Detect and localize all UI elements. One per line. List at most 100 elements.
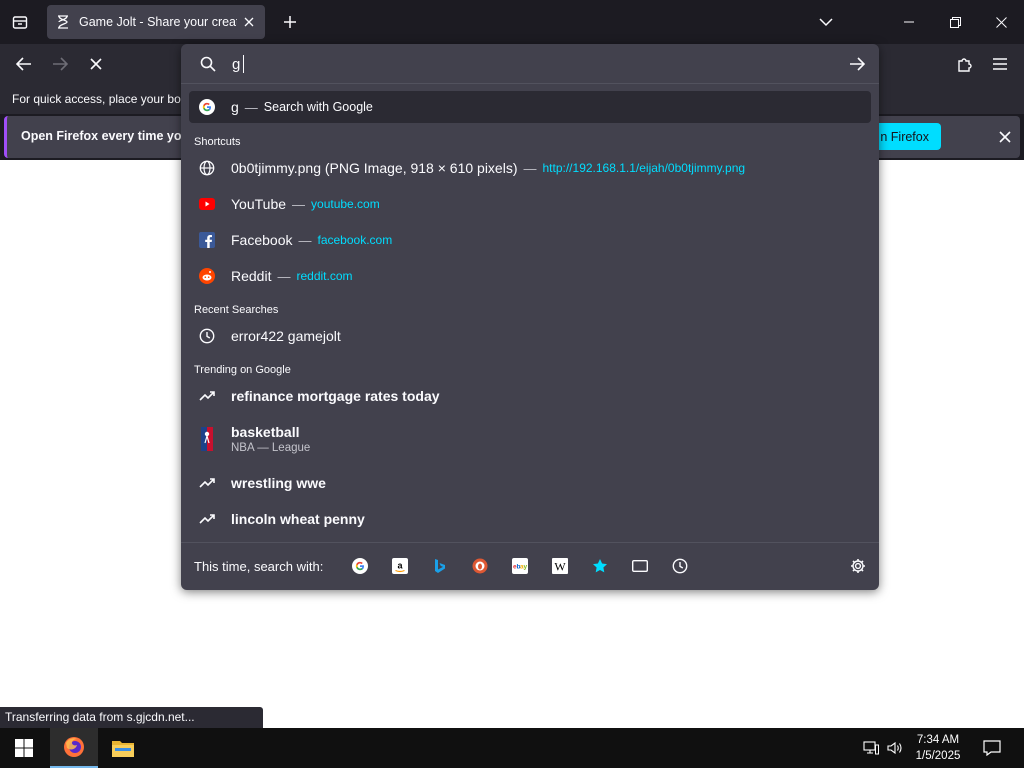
globe-icon: [199, 160, 215, 176]
trending-item[interactable]: refinance mortgage rates today: [189, 380, 871, 412]
urlbar-input-row: [181, 44, 879, 84]
tab-game-jolt[interactable]: Game Jolt - Share your creations: [47, 5, 265, 39]
folder-icon: [112, 741, 134, 757]
history-icon: [199, 328, 215, 344]
windows-taskbar: 7:34 AM 1/5/2025: [0, 728, 1024, 768]
shortcut-url: reddit.com: [296, 269, 353, 283]
recent-searches-group-label: Recent Searches: [194, 304, 279, 316]
network-tray-button[interactable]: [860, 728, 882, 768]
network-icon: [863, 741, 879, 755]
bookmarks-star-icon[interactable]: [589, 555, 611, 577]
trending-icon: [199, 511, 215, 527]
shortcut-item[interactable]: 0b0tjimmy.png (PNG Image, 918 × 610 pixe…: [189, 152, 871, 184]
wikipedia-icon[interactable]: W: [549, 555, 571, 577]
tabs-menu-button[interactable]: [812, 8, 840, 36]
shortcut-title: Facebook: [231, 232, 293, 248]
search-with-google-result[interactable]: g — Search with Google: [189, 91, 871, 123]
clock-time: 7:34 AM: [916, 734, 960, 746]
trending-icon: [199, 388, 215, 404]
back-button[interactable]: [10, 50, 38, 78]
reddit-icon: [199, 268, 215, 284]
google-icon[interactable]: [349, 555, 371, 577]
restore-button[interactable]: [932, 0, 978, 44]
notification-text: Open Firefox every time you: [21, 129, 190, 143]
recent-search-title: error422 gamejolt: [231, 328, 341, 344]
list-all-tabs-button[interactable]: [6, 8, 34, 36]
hamburger-menu-icon: [993, 58, 1007, 70]
chevron-down-icon: [819, 18, 833, 27]
stop-icon: [90, 58, 102, 70]
tab-title: Game Jolt - Share your creations: [79, 15, 237, 29]
shortcut-title: YouTube: [231, 196, 287, 212]
search-settings-button[interactable]: [847, 555, 869, 577]
shortcut-item[interactable]: YouTube — youtube.com: [189, 188, 871, 220]
result-action: Search with Google: [263, 100, 373, 114]
puzzle-icon: [958, 58, 972, 72]
firefox-icon: [64, 737, 84, 757]
tabs-icon[interactable]: [629, 555, 651, 577]
trending-title: basketball: [231, 424, 300, 440]
svg-text:y: y: [524, 564, 528, 571]
trending-title: lincoln wheat penny: [231, 511, 365, 527]
separator: —: [277, 268, 291, 284]
history-icon[interactable]: [669, 555, 691, 577]
minimize-button[interactable]: [886, 0, 932, 44]
forward-button[interactable]: [46, 50, 74, 78]
volume-tray-button[interactable]: [884, 728, 906, 768]
one-off-label: This time, search with:: [194, 559, 324, 574]
result-query: g: [231, 99, 239, 115]
shortcut-item[interactable]: Facebook — facebook.com: [189, 224, 871, 256]
taskbar-file-explorer[interactable]: [99, 728, 147, 768]
taskbar-firefox[interactable]: [50, 728, 98, 768]
amazon-icon[interactable]: a: [389, 555, 411, 577]
app-menu-button[interactable]: [986, 50, 1014, 78]
separator: —: [244, 99, 258, 115]
ebay-icon[interactable]: ebay: [509, 555, 531, 577]
bing-icon[interactable]: [429, 555, 451, 577]
tab-list-icon: [12, 16, 28, 29]
close-icon: [995, 16, 1007, 28]
svg-text:W: W: [554, 560, 566, 574]
trending-item[interactable]: lincoln wheat penny: [189, 503, 871, 535]
trending-title: wrestling wwe: [231, 475, 326, 491]
search-icon: [199, 55, 217, 73]
extensions-button[interactable]: [950, 50, 978, 78]
start-button[interactable]: [0, 728, 48, 768]
recent-search-item[interactable]: error422 gamejolt: [189, 320, 871, 352]
shortcut-title: Reddit: [231, 268, 272, 284]
trending-subtitle: NBA — League: [231, 442, 311, 454]
go-button[interactable]: [847, 54, 867, 74]
close-window-button[interactable]: [978, 0, 1024, 44]
stop-loading-button[interactable]: [82, 50, 110, 78]
trending-group-label: Trending on Google: [194, 364, 291, 376]
shortcut-url: youtube.com: [311, 197, 380, 211]
gear-icon: [851, 559, 865, 573]
tab-strip: Game Jolt - Share your creations: [0, 0, 1024, 44]
facebook-icon: [199, 232, 215, 248]
open-firefox-button[interactable]: n Firefox: [873, 123, 941, 150]
windows-logo-icon: [15, 739, 33, 757]
nba-icon: [199, 427, 215, 451]
new-tab-button[interactable]: [276, 8, 304, 36]
shortcuts-group-label: Shortcuts: [194, 136, 241, 148]
action-center-button[interactable]: [976, 728, 1008, 768]
taskbar-clock[interactable]: 7:34 AM 1/5/2025: [912, 732, 964, 764]
urlbar-popup: g — Search with Google Shortcuts 0b0tjim…: [181, 44, 879, 590]
trending-item[interactable]: basketball NBA — League: [189, 418, 871, 460]
notification-icon: [983, 740, 1001, 756]
close-notification-button[interactable]: [993, 125, 1017, 149]
trending-item[interactable]: wrestling wwe: [189, 467, 871, 499]
urlbar-input[interactable]: [232, 54, 832, 74]
separator: —: [298, 232, 312, 248]
status-panel: Transferring data from s.gjcdn.net...: [0, 707, 263, 728]
one-off-search-bar: This time, search with: a ebay W: [181, 542, 879, 590]
restore-icon: [949, 16, 961, 28]
plus-icon: [284, 16, 296, 28]
close-icon: [999, 131, 1011, 143]
hourglass-icon: [55, 14, 71, 30]
arrow-right-icon: [850, 57, 865, 71]
shortcut-item[interactable]: Reddit — reddit.com: [189, 260, 871, 292]
close-tab-icon[interactable]: [241, 14, 257, 30]
arrow-left-icon: [16, 57, 31, 71]
duckduckgo-icon[interactable]: [469, 555, 491, 577]
